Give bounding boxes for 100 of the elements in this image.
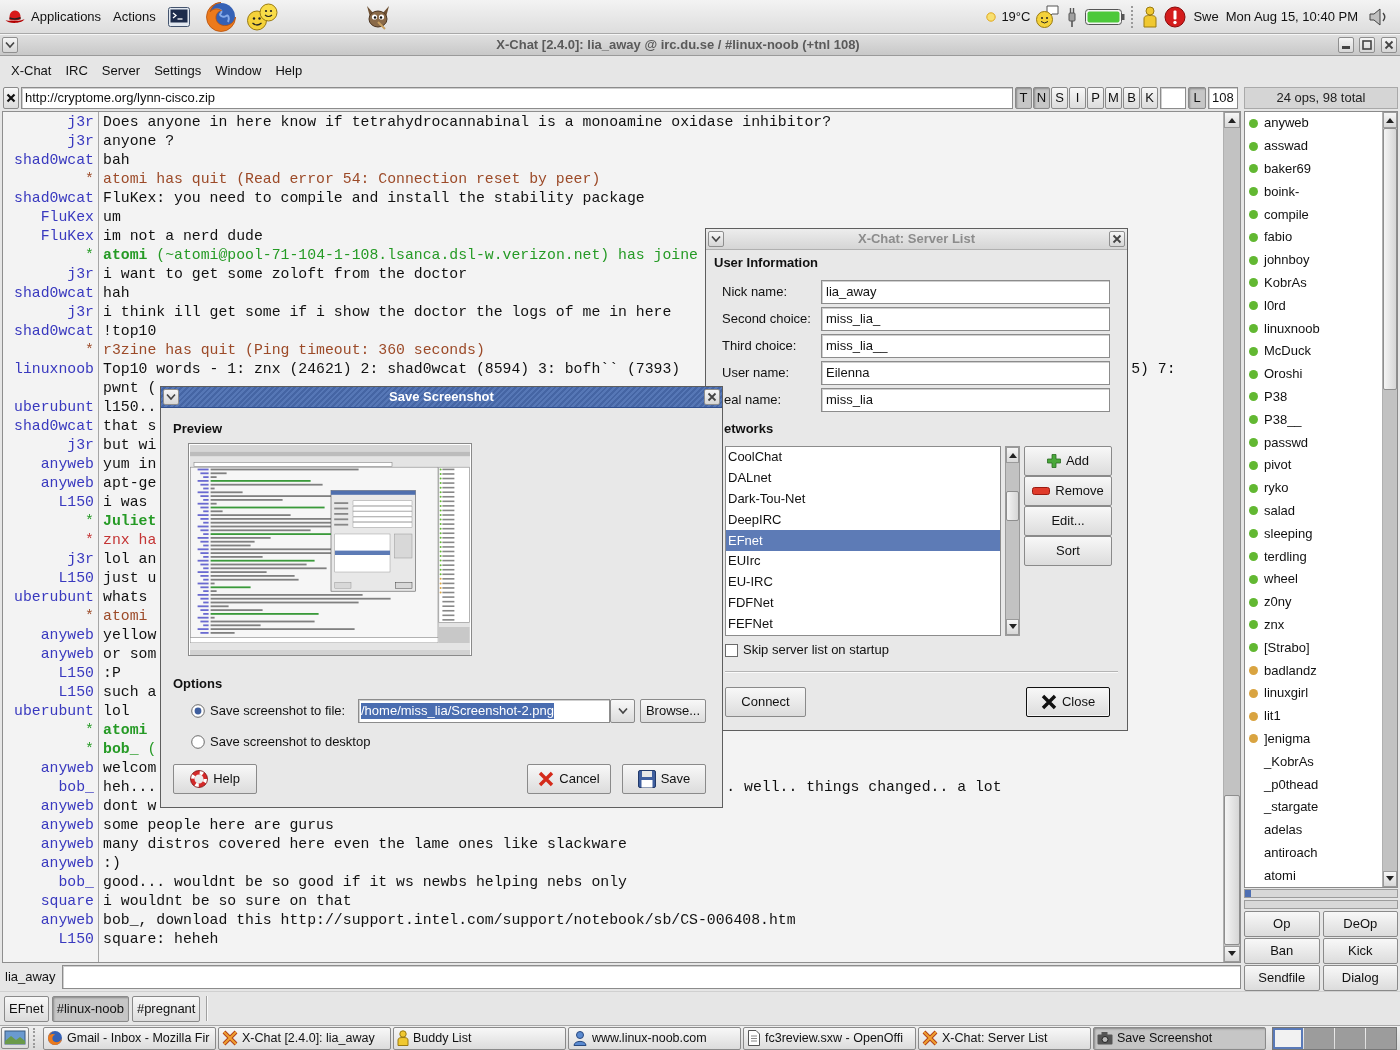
user-name[interactable]: linuxnoob	[1264, 320, 1320, 337]
user-name[interactable]: terdling	[1264, 548, 1307, 565]
save-to-desktop-radio[interactable]: Save screenshot to desktop	[191, 734, 371, 750]
skip-checkbox[interactable]: Skip server list on startup	[725, 642, 889, 658]
mode-toggle-button[interactable]: P	[1087, 87, 1104, 109]
nick-label[interactable]: bob_	[58, 778, 94, 797]
user-name[interactable]: adelas	[1264, 822, 1303, 839]
limit-field[interactable]: 108	[1208, 87, 1238, 109]
radio-indicator[interactable]	[191, 704, 205, 718]
nick-button[interactable]: lia_away	[2, 965, 59, 989]
nick-label[interactable]: j3r	[67, 303, 94, 322]
deop-button[interactable]: DeOp	[1322, 911, 1398, 937]
user-name[interactable]: znx	[1264, 616, 1285, 633]
remove-button[interactable]: Remove	[1024, 476, 1112, 506]
nick-label[interactable]: anyweb	[40, 816, 94, 835]
nick-label[interactable]: shad0wcat	[14, 151, 94, 170]
edit-button[interactable]: Edit...	[1024, 506, 1112, 536]
taskbar-button[interactable]: www.linux-noob.com	[568, 1026, 741, 1050]
user-name[interactable]: P38__	[1264, 411, 1302, 428]
nick-label[interactable]: L150	[58, 930, 94, 949]
mode-toggle-button[interactable]: S	[1051, 87, 1068, 109]
window-menu-button[interactable]	[708, 231, 724, 247]
workspace-button[interactable]	[1273, 1027, 1303, 1049]
user-name[interactable]: passwd	[1264, 434, 1309, 451]
network-item[interactable]: FEFNet	[726, 613, 1000, 635]
mode-toggle-button[interactable]: T	[1015, 87, 1032, 109]
user-name[interactable]: _p0thead	[1264, 776, 1319, 793]
channel-tab[interactable]: EFnet	[4, 996, 49, 1022]
radio-indicator[interactable]	[191, 735, 205, 749]
add-button[interactable]: Add	[1024, 446, 1112, 476]
user-name[interactable]: boink-	[1264, 183, 1300, 200]
nick-label[interactable]: j3r	[67, 113, 94, 132]
user-name[interactable]: KobrAs	[1264, 274, 1307, 291]
nick-label[interactable]: anyweb	[40, 911, 94, 930]
scroll-up-button[interactable]	[1383, 112, 1397, 128]
cancel-button[interactable]: Cancel	[527, 764, 611, 794]
nick-label[interactable]: FluKex	[40, 227, 94, 246]
help-button[interactable]: Help	[173, 764, 257, 794]
globe-icon[interactable]	[204, 0, 237, 33]
nick-label[interactable]: L150	[58, 569, 94, 588]
nick-label[interactable]: anyweb	[40, 854, 94, 873]
nick-label[interactable]: bob_	[58, 873, 94, 892]
user-name[interactable]: badlandz	[1264, 662, 1317, 679]
topic-close-button[interactable]	[3, 87, 19, 109]
nick-label[interactable]: shad0wcat	[14, 322, 94, 341]
scroll-down-button[interactable]	[1224, 946, 1240, 962]
user-name[interactable]: asswad	[1264, 138, 1309, 155]
nick-label[interactable]: uberubunt	[14, 398, 94, 417]
scroll-down-button[interactable]	[1383, 871, 1397, 887]
nick-label[interactable]: anyweb	[40, 797, 94, 816]
user-name[interactable]: linuxgirl	[1264, 685, 1309, 702]
key-field[interactable]	[1160, 87, 1186, 109]
nick-label[interactable]: square	[40, 892, 94, 911]
scrollbar-thumb[interactable]	[1224, 795, 1240, 945]
checkbox-indicator[interactable]	[725, 643, 738, 657]
text-field[interactable]: Eilenna	[821, 361, 1110, 385]
scrollbar-thumb[interactable]	[1383, 128, 1397, 390]
user-name[interactable]: atomi	[1264, 867, 1296, 884]
nick-label[interactable]: anyweb	[40, 626, 94, 645]
nick-label[interactable]: anyweb	[40, 474, 94, 493]
scroll-up-button[interactable]	[1224, 112, 1240, 128]
taskbar-button[interactable]: fc3review.sxw - OpenOffi	[743, 1026, 916, 1050]
topic-field[interactable]: http://cryptome.org/lynn-cisco.zip	[21, 87, 1013, 109]
close-button[interactable]	[1109, 231, 1125, 247]
user-name[interactable]: z0ny	[1264, 594, 1292, 611]
nick-label[interactable]: shad0wcat	[14, 189, 94, 208]
menu-item[interactable]: IRC	[58, 62, 95, 79]
taskbar-button[interactable]: X-Chat: Server List	[918, 1026, 1091, 1050]
nick-label[interactable]: j3r	[67, 550, 94, 569]
user-name[interactable]: _KobrAs	[1264, 753, 1314, 770]
nick-label[interactable]: anyweb	[40, 759, 94, 778]
user-name[interactable]: pivot	[1264, 457, 1292, 474]
nick-label[interactable]: anyweb	[40, 455, 94, 474]
user-name[interactable]: antiroach	[1264, 844, 1318, 861]
scrollbar-thumb[interactable]	[1006, 491, 1019, 521]
scroll-down-button[interactable]	[1006, 619, 1019, 635]
user-name[interactable]: baker69	[1264, 161, 1311, 177]
ban-button[interactable]: Ban	[1244, 938, 1320, 964]
applications-menu[interactable]: Applications	[1, 8, 106, 25]
nick-label[interactable]: uberubunt	[14, 588, 94, 607]
connect-button[interactable]: Connect	[725, 687, 806, 717]
show-desktop-button[interactable]	[1, 1027, 29, 1049]
sendfile-button[interactable]: Sendfile	[1244, 965, 1320, 991]
mode-toggle-button[interactable]: M	[1105, 87, 1122, 109]
nick-label[interactable]: anyweb	[40, 835, 94, 854]
taskbar-button[interactable]: Buddy List	[393, 1026, 566, 1050]
text-field[interactable]: miss_lia	[821, 388, 1110, 412]
user-name[interactable]: l0rd	[1264, 297, 1286, 314]
window-menu-button[interactable]	[2, 37, 18, 53]
network-item[interactable]: EU-IRC	[726, 571, 1000, 593]
limit-toggle-button[interactable]: L	[1188, 87, 1206, 109]
user-name[interactable]: anyweb	[1264, 115, 1309, 132]
close-dialog-button[interactable]: Close	[1026, 687, 1110, 717]
user-name[interactable]: _stargate	[1264, 799, 1319, 816]
dialog-button[interactable]: Dialog	[1322, 965, 1398, 991]
user-name[interactable]: ]enigma	[1264, 730, 1311, 747]
user-name[interactable]: salad	[1264, 502, 1296, 519]
save-button[interactable]: Save	[622, 764, 706, 794]
close-button[interactable]	[704, 389, 720, 405]
text-field[interactable]: lia_away	[821, 280, 1110, 304]
